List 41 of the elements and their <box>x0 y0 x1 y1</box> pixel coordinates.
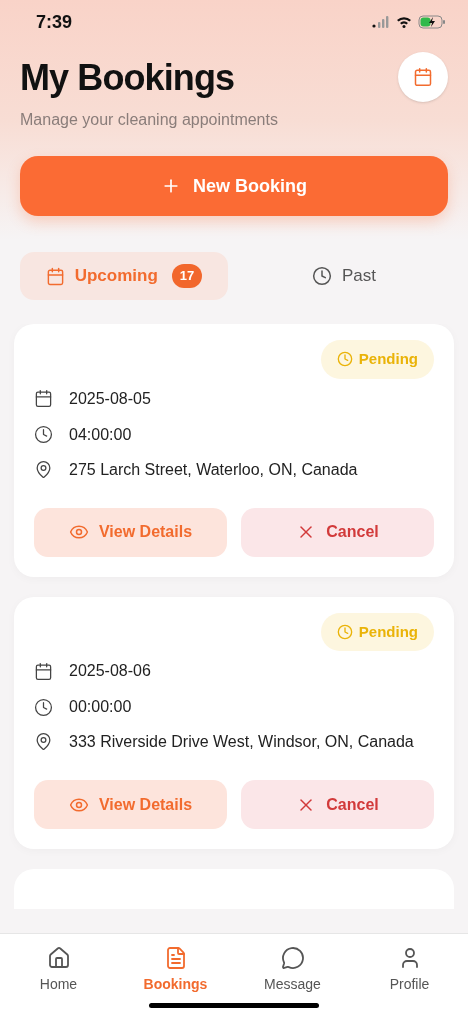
wifi-icon <box>396 16 412 28</box>
view-details-button[interactable]: View Details <box>34 780 227 829</box>
clock-icon <box>336 351 353 368</box>
calendar-icon <box>34 661 53 681</box>
nav-tab[interactable]: Profile <box>351 946 468 995</box>
calendar-button[interactable] <box>398 52 448 102</box>
calendar-icon <box>34 389 53 408</box>
location-pin-icon <box>34 459 53 479</box>
battery-icon <box>418 15 446 29</box>
page-subtitle: Manage your cleaning appointments <box>20 110 278 130</box>
count-badge: 17 <box>171 264 203 288</box>
tab[interactable]: Upcoming 17 <box>20 252 228 300</box>
eye-icon <box>68 522 89 542</box>
booking-address: 275 Larch Street, Waterloo, ON, Canada <box>69 459 358 480</box>
booking-time: 00:00:00 <box>69 697 132 717</box>
clock-icon <box>312 266 332 286</box>
signal-icon <box>372 16 390 28</box>
nav-tab[interactable]: Bookings <box>117 946 234 995</box>
nav-tab[interactable]: Home <box>0 946 117 995</box>
clock-icon <box>34 425 53 444</box>
booking-date: 2025-08-06 <box>69 661 151 681</box>
calendar-icon <box>45 266 65 286</box>
location-pin-icon <box>34 732 53 751</box>
chat-bubble-icon <box>280 946 305 970</box>
page-title: My Bookings <box>20 56 236 100</box>
view-details-button[interactable]: View Details <box>34 507 227 557</box>
cancel-button[interactable]: Cancel <box>241 507 434 557</box>
booking-date: 2025-08-05 <box>69 388 151 409</box>
status-time: 7:39 <box>36 10 73 34</box>
home-icon <box>46 946 71 970</box>
status-badge: Pending <box>320 612 434 651</box>
new-booking-button[interactable]: New Booking <box>20 156 448 216</box>
cancel-button[interactable]: Cancel <box>241 780 434 829</box>
booking-time: 04:00:00 <box>69 424 132 445</box>
nav-tab[interactable]: Message <box>234 946 351 995</box>
clock-icon <box>336 623 353 640</box>
calendar-icon <box>413 67 433 87</box>
tab[interactable]: Past <box>240 252 448 300</box>
status-badge: Pending <box>320 340 434 379</box>
booking-address: 333 Riverside Drive West, Windsor, ON, Canada <box>69 732 414 752</box>
clock-icon <box>34 697 53 717</box>
